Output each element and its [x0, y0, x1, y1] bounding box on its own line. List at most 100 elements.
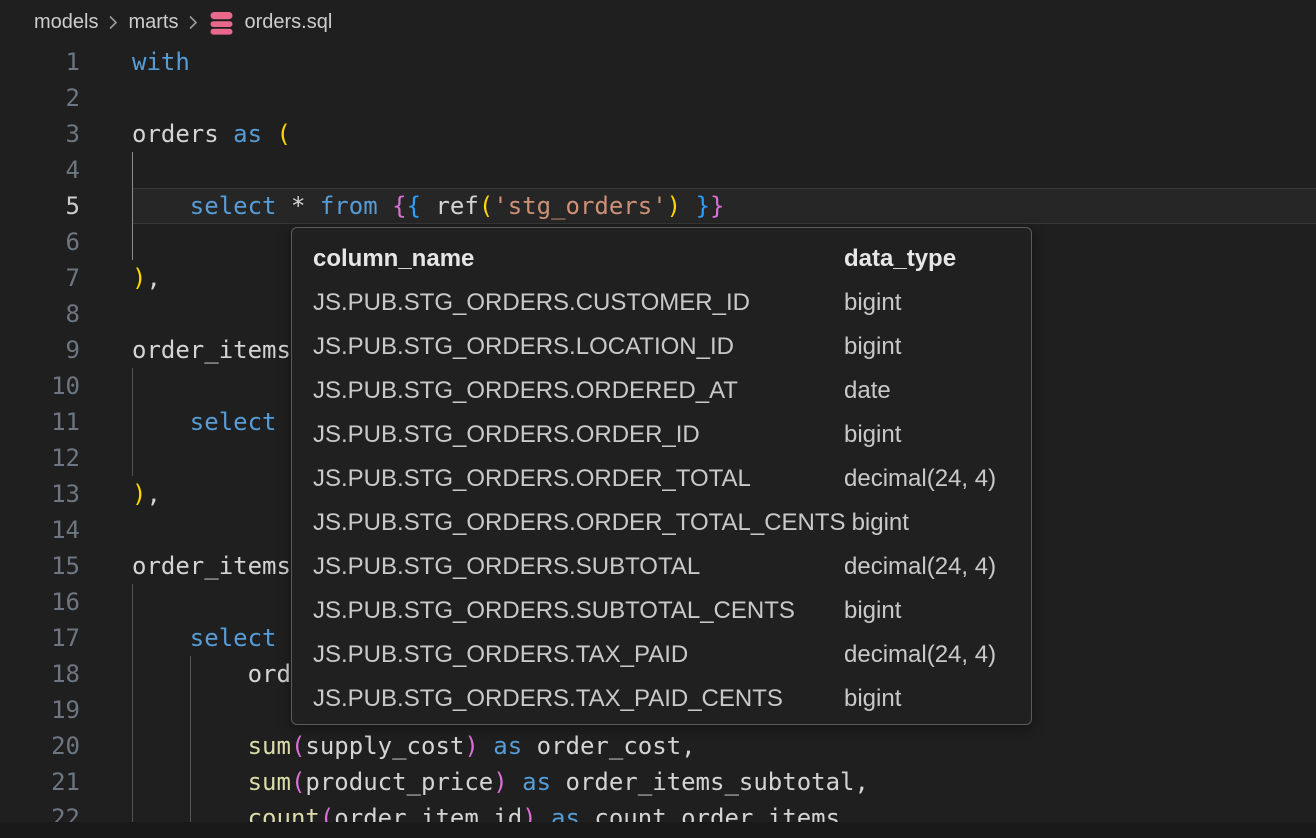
code-token: order_items_subtotal,	[551, 768, 869, 796]
column-name-cell: JS.PUB.STG_ORDERS.CUSTOMER_ID	[313, 281, 844, 325]
hover-table-row: JS.PUB.STG_ORDERS.TAX_PAID_CENTSbigint	[313, 677, 1031, 721]
chevron-right-icon	[187, 14, 199, 31]
code-token: sum	[248, 768, 291, 796]
code-token	[681, 192, 695, 220]
code-line-5[interactable]: select * from {{ ref('stg_orders') }}	[0, 188, 1316, 224]
code-line-4[interactable]	[0, 152, 1316, 188]
code-token	[479, 732, 493, 760]
column-name-cell: JS.PUB.STG_ORDERS.ORDER_ID	[313, 413, 844, 457]
hover-table-header-data-type: data_type	[844, 237, 956, 281]
indent-guide	[190, 656, 191, 822]
hover-table-row: JS.PUB.STG_ORDERS.LOCATION_IDbigint	[313, 325, 1031, 369]
code-token: order_items	[132, 336, 305, 364]
code-token: (	[479, 192, 493, 220]
data-type-cell: bigint	[844, 589, 901, 633]
hover-table-body: JS.PUB.STG_ORDERS.CUSTOMER_IDbigintJS.PU…	[313, 281, 1031, 721]
code-token: )	[132, 264, 146, 292]
code-token	[132, 192, 190, 220]
hover-table-row: JS.PUB.STG_ORDERS.ORDER_IDbigint	[313, 413, 1031, 457]
indent-guide	[132, 368, 133, 476]
hover-table-header-column-name: column_name	[313, 237, 844, 281]
breadcrumb-item-models[interactable]: models	[34, 11, 98, 34]
hover-widget: column_name data_type JS.PUB.STG_ORDERS.…	[291, 227, 1032, 725]
data-type-cell: bigint	[852, 501, 909, 545]
code-token: sum	[248, 732, 291, 760]
breadcrumb-item-marts[interactable]: marts	[128, 11, 178, 34]
code-token: supply_cost	[305, 732, 464, 760]
hover-table-header: column_name data_type	[313, 237, 1031, 281]
code-token: ,	[146, 264, 160, 292]
code-token: (	[277, 120, 291, 148]
code-token: }	[710, 192, 724, 220]
code-token: count	[248, 804, 320, 822]
column-name-cell: JS.PUB.STG_ORDERS.ORDERED_AT	[313, 369, 844, 413]
code-token	[537, 804, 551, 822]
code-token: as	[493, 732, 522, 760]
code-token	[262, 120, 276, 148]
code-token: ,	[146, 480, 160, 508]
column-name-cell: JS.PUB.STG_ORDERS.LOCATION_ID	[313, 325, 844, 369]
data-type-cell: date	[844, 369, 891, 413]
breadcrumb: models marts orders.sql	[0, 0, 1316, 44]
hover-table-row: JS.PUB.STG_ORDERS.ORDERED_ATdate	[313, 369, 1031, 413]
code-token: )	[493, 768, 507, 796]
data-type-cell: bigint	[844, 677, 901, 721]
data-type-cell: decimal(24, 4)	[844, 457, 996, 501]
code-token: order_items	[132, 552, 305, 580]
code-token: order_cost,	[522, 732, 695, 760]
chevron-right-icon	[107, 14, 119, 31]
code-token: )	[464, 732, 478, 760]
data-type-cell: decimal(24, 4)	[844, 545, 996, 589]
code-token: from	[320, 192, 378, 220]
code-token: ref	[421, 192, 479, 220]
code-line-22[interactable]: count(order_item_id) as count_order_item…	[0, 800, 1316, 822]
column-name-cell: JS.PUB.STG_ORDERS.ORDER_TOTAL	[313, 457, 844, 501]
code-token: select	[190, 192, 277, 220]
code-token: )	[132, 480, 146, 508]
hover-table-row: JS.PUB.STG_ORDERS.TAX_PAIDdecimal(24, 4)	[313, 633, 1031, 677]
code-token: with	[132, 48, 190, 76]
code-token	[132, 624, 190, 652]
hover-table-row: JS.PUB.STG_ORDERS.SUBTOTALdecimal(24, 4)	[313, 545, 1031, 589]
code-token: select	[190, 624, 277, 652]
indent-guide	[132, 584, 133, 822]
code-line-2[interactable]	[0, 80, 1316, 116]
column-name-cell: JS.PUB.STG_ORDERS.TAX_PAID	[313, 633, 844, 677]
code-line-20[interactable]: sum(supply_cost) as order_cost,	[0, 728, 1316, 764]
database-icon	[208, 9, 235, 36]
code-token: (	[320, 804, 334, 822]
code-token: *	[277, 192, 320, 220]
column-name-cell: JS.PUB.STG_ORDERS.ORDER_TOTAL_CENTS	[313, 501, 852, 545]
code-token: {	[392, 192, 406, 220]
code-line-3[interactable]: orders as (	[0, 116, 1316, 152]
code-token: as	[551, 804, 580, 822]
code-token: }	[696, 192, 710, 220]
code-token: count_order_items	[580, 804, 840, 822]
code-token: (	[291, 732, 305, 760]
hover-table-row: JS.PUB.STG_ORDERS.ORDER_TOTAL_CENTSbigin…	[313, 501, 1031, 545]
code-token: 'stg_orders'	[493, 192, 666, 220]
code-token: select	[190, 408, 277, 436]
code-token	[378, 192, 392, 220]
code-line-21[interactable]: sum(product_price) as order_items_subtot…	[0, 764, 1316, 800]
code-token: order_item_id	[334, 804, 522, 822]
indent-guide	[132, 152, 133, 260]
hover-table-row: JS.PUB.STG_ORDERS.SUBTOTAL_CENTSbigint	[313, 589, 1031, 633]
code-token	[132, 408, 190, 436]
data-type-cell: decimal(24, 4)	[844, 633, 996, 677]
breadcrumb-item-file[interactable]: orders.sql	[244, 11, 332, 34]
code-token: )	[667, 192, 681, 220]
code-token: orders	[132, 120, 233, 148]
data-type-cell: bigint	[844, 413, 901, 457]
code-token: product_price	[305, 768, 493, 796]
code-token: as	[233, 120, 262, 148]
data-type-cell: bigint	[844, 281, 901, 325]
hover-table-row: JS.PUB.STG_ORDERS.CUSTOMER_IDbigint	[313, 281, 1031, 325]
code-token: as	[522, 768, 551, 796]
data-type-cell: bigint	[844, 325, 901, 369]
code-token: (	[291, 768, 305, 796]
editor-bottom-edge	[0, 822, 1316, 838]
code-token: )	[522, 804, 536, 822]
code-line-1[interactable]: with	[0, 44, 1316, 80]
column-name-cell: JS.PUB.STG_ORDERS.SUBTOTAL_CENTS	[313, 589, 844, 633]
